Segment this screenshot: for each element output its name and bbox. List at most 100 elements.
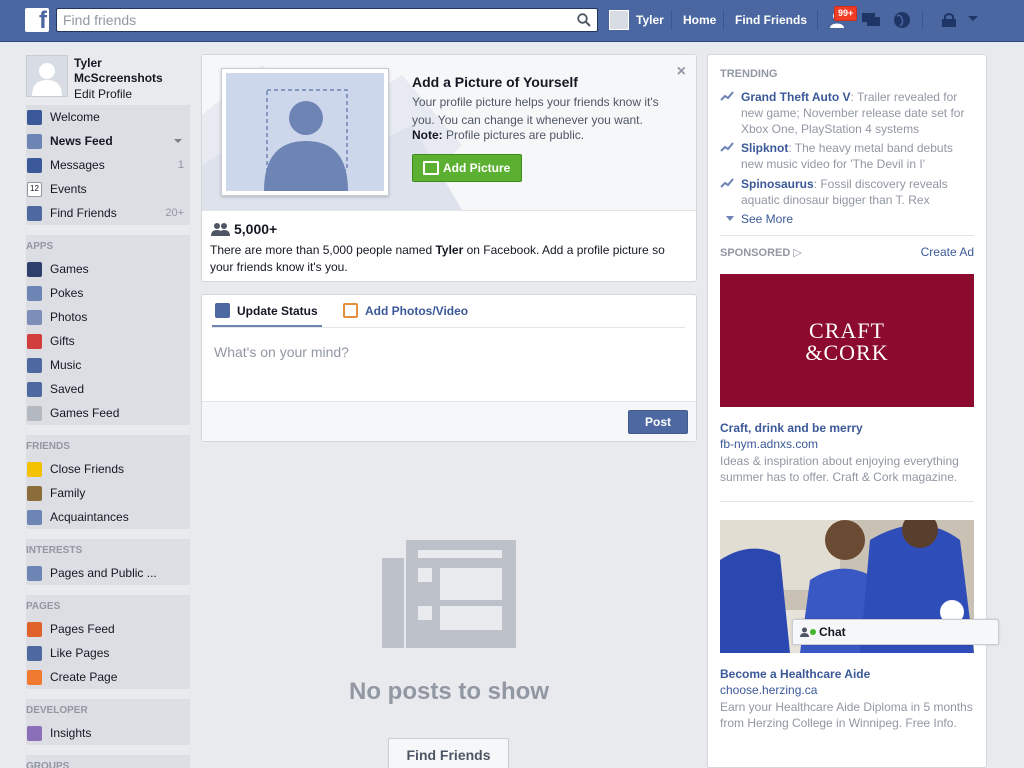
- megaphone-icon: ▷: [793, 247, 802, 259]
- privacy-lock-icon[interactable]: [940, 11, 960, 29]
- facebook-logo-icon[interactable]: f: [25, 7, 49, 34]
- online-status-dot: [810, 629, 816, 635]
- sidebar-item-pokes[interactable]: Pokes: [26, 281, 190, 305]
- empty-feed-icon: [382, 540, 516, 648]
- find-friends-button[interactable]: Find Friends: [388, 738, 509, 768]
- trending-item[interactable]: Grand Theft Auto V: Trailer revealed for…: [720, 89, 966, 137]
- sidebar-item-find-friends[interactable]: Find Friends 20+: [26, 201, 190, 225]
- trending-arrow-icon: [720, 91, 734, 101]
- trending-topic[interactable]: Grand Theft Auto V: [741, 90, 851, 104]
- sidebar-item-insights[interactable]: Insights: [26, 721, 190, 745]
- sidebar-item-like-pages[interactable]: Like Pages: [26, 641, 190, 665]
- sidebar-interests: INTERESTS Pages and Public ...: [26, 539, 190, 585]
- messages-icon[interactable]: [861, 11, 881, 29]
- sidebar-item-label: Games: [50, 262, 89, 276]
- create-ad-link[interactable]: Create Ad: [921, 245, 974, 259]
- ad-image-craft-cork[interactable]: CRAFT &CORK: [720, 274, 974, 407]
- account-menu-chevron-icon[interactable]: [967, 15, 979, 23]
- gamepad-icon: [27, 406, 42, 421]
- profile-picture-placeholder[interactable]: [221, 68, 389, 196]
- sidebar-gap: [26, 529, 190, 539]
- sidebar-item-saved[interactable]: Saved: [26, 377, 190, 401]
- sidebar-item-photos[interactable]: Photos: [26, 305, 190, 329]
- sidebar-item-create-page[interactable]: Create Page: [26, 665, 190, 689]
- sidebar-item-label: Close Friends: [50, 462, 125, 476]
- sidebar-item-news-feed[interactable]: News Feed: [26, 129, 190, 153]
- sidebar-item-pages-and-public[interactable]: Pages and Public ...: [26, 561, 190, 585]
- photo-icon: [343, 303, 358, 318]
- trending-topic[interactable]: Slipknot: [741, 141, 788, 155]
- sidebar-section-title[interactable]: FRIENDS: [26, 435, 190, 457]
- sidebar-item-welcome[interactable]: Welcome: [26, 105, 190, 129]
- games-icon: [27, 262, 42, 277]
- search-input[interactable]: [57, 9, 557, 31]
- add-picture-button[interactable]: Add Picture: [412, 154, 522, 182]
- people-count: 5,000+: [234, 221, 278, 237]
- profile-name[interactable]: Tyler McScreenshots: [74, 56, 184, 86]
- people-text-a: There are more than 5,000 people named: [210, 243, 436, 257]
- sidebar-section-title[interactable]: GROUPS: [26, 755, 190, 768]
- sidebar-item-messages[interactable]: Messages 1: [26, 153, 190, 177]
- sidebar-item-gifts[interactable]: Gifts: [26, 329, 190, 353]
- search-icon[interactable]: [577, 13, 591, 27]
- sidebar-gap: [26, 585, 190, 595]
- see-more-link[interactable]: See More: [741, 212, 793, 226]
- status-composer: Update Status Add Photos/Video Post: [201, 294, 697, 442]
- tab-add-photos-label: Add Photos/Video: [365, 304, 469, 318]
- pokes-icon: [27, 286, 42, 301]
- add-picture-description: Your profile picture helps your friends …: [412, 95, 659, 127]
- sidebar-item-family[interactable]: Family: [26, 481, 190, 505]
- chevron-down-icon[interactable]: [726, 216, 734, 221]
- main-column: Add a Picture of Yourself Your profile p…: [201, 54, 697, 442]
- sidebar-section-title[interactable]: APPS: [26, 235, 190, 257]
- sidebar-item-label: Saved: [50, 382, 85, 396]
- sidebar-item-label: Photos: [50, 310, 88, 324]
- ad-url[interactable]: fb-nym.adnxs.com: [720, 437, 818, 451]
- trending-topic[interactable]: Spinosaurus: [741, 177, 814, 191]
- edit-profile-link[interactable]: Edit Profile: [74, 87, 132, 101]
- sidebar-item-events[interactable]: 12 Events: [26, 177, 190, 201]
- composer-footer: Post: [202, 401, 696, 441]
- nav-find-friends-link[interactable]: Find Friends: [735, 13, 807, 27]
- find-friends-icon: [27, 206, 42, 221]
- nav-profile-link[interactable]: Tyler: [636, 13, 664, 27]
- nav-avatar[interactable]: [609, 10, 629, 30]
- tab-add-photos[interactable]: Add Photos/Video: [343, 303, 469, 318]
- ad-title[interactable]: Craft, drink and be merry: [720, 421, 863, 435]
- sidebar-item-label: Pages and Public ...: [50, 566, 157, 580]
- sidebar-item-acquaintances[interactable]: Acquaintances: [26, 505, 190, 529]
- sidebar-section-title[interactable]: INTERESTS: [26, 539, 190, 561]
- nav-home-link[interactable]: Home: [683, 13, 716, 27]
- close-icon[interactable]: ×: [677, 63, 686, 81]
- silhouette-icon: [264, 89, 348, 191]
- ad-url[interactable]: choose.herzing.ca: [720, 683, 817, 697]
- chat-bar[interactable]: Chat: [792, 619, 999, 645]
- trending-item[interactable]: Slipknot: The heavy metal band debuts ne…: [720, 140, 966, 172]
- sidebar-section-title[interactable]: PAGES: [26, 595, 190, 617]
- trending-item[interactable]: Spinosaurus: Fossil discovery reveals aq…: [720, 176, 966, 208]
- add-picture-note: Note: Profile pictures are public.: [412, 128, 584, 142]
- notifications-globe-icon[interactable]: [892, 11, 912, 29]
- post-button[interactable]: Post: [628, 410, 688, 434]
- profile-avatar[interactable]: [26, 55, 68, 97]
- sidebar-item-pages-feed[interactable]: Pages Feed: [26, 617, 190, 641]
- search-box[interactable]: [56, 8, 598, 32]
- sidebar-pages: PAGES Pages Feed Like Pages Create Page: [26, 595, 190, 689]
- sidebar-item-label: Pages Feed: [50, 622, 115, 636]
- house-icon: [27, 486, 42, 501]
- sidebar-item-music[interactable]: Music: [26, 353, 190, 377]
- chevron-down-icon[interactable]: [174, 139, 182, 143]
- tab-update-status[interactable]: Update Status: [215, 303, 318, 318]
- sidebar-item-games-feed[interactable]: Games Feed: [26, 401, 190, 425]
- ad-title[interactable]: Become a Healthcare Aide: [720, 667, 870, 681]
- people-description: There are more than 5,000 people named T…: [210, 242, 680, 276]
- people-icon: [211, 223, 230, 236]
- sponsored-title: SPONSORED ▷: [720, 246, 802, 259]
- status-input[interactable]: [214, 341, 684, 363]
- add-picture-card: Add a Picture of Yourself Your profile p…: [201, 54, 697, 282]
- sidebar-section-title[interactable]: DEVELOPER: [26, 699, 190, 721]
- sidebar-item-close-friends[interactable]: Close Friends: [26, 457, 190, 481]
- sidebar-item-label: Like Pages: [50, 646, 110, 660]
- trending-title: TRENDING: [720, 68, 778, 80]
- sidebar-item-games[interactable]: Games: [26, 257, 190, 281]
